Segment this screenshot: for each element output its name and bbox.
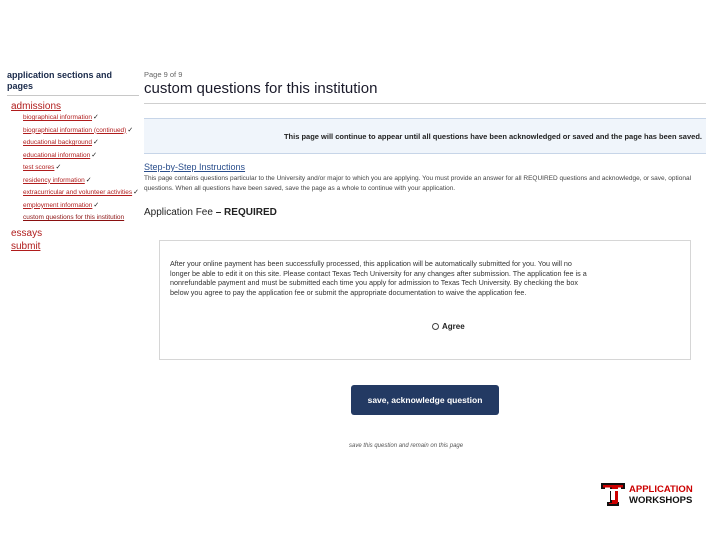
nav-item-educational-information[interactable]: educational information✓ xyxy=(23,152,139,161)
page-indicator: Page 9 of 9 xyxy=(144,70,183,79)
nav-item-label: residency information xyxy=(23,176,85,184)
nav-item-educational-background[interactable]: educational background✓ xyxy=(23,139,139,148)
sidebar-divider xyxy=(7,95,139,96)
nav-item-biographical-information[interactable]: biographical information✓ xyxy=(23,114,139,123)
nav-item-extracurricular-activities[interactable]: extracurricular and volunteer activities… xyxy=(23,189,139,198)
check-icon: ✓ xyxy=(93,114,99,121)
nav-item-test-scores[interactable]: test scores✓ xyxy=(23,164,139,173)
sidebar: application sections and pages admission… xyxy=(7,70,139,253)
nav-item-label: biographical information (continued) xyxy=(23,126,127,134)
notice-banner: This page will continue to appear until … xyxy=(144,118,706,154)
check-icon: ✓ xyxy=(93,201,100,209)
nav-item-label: educational information xyxy=(23,151,91,159)
question-text: After your online payment has been succe… xyxy=(170,259,587,297)
double-t-logo-icon xyxy=(601,483,625,506)
page-title: custom questions for this institution xyxy=(144,80,378,97)
step-by-step-instructions-link[interactable]: Step-by-Step Instructions xyxy=(144,162,706,172)
question-box: After your online payment has been succe… xyxy=(159,240,691,360)
question-title-label: Application Fee xyxy=(144,207,213,218)
check-icon: ✓ xyxy=(85,176,92,184)
instructions-text: This page contains questions particular … xyxy=(144,175,692,192)
nav-item-label: test scores xyxy=(23,164,55,171)
admissions-subnav: biographical information✓ biographical i… xyxy=(23,114,139,223)
nav-item-employment-information[interactable]: employment information✓ xyxy=(23,202,139,211)
notice-text: This page will continue to appear until … xyxy=(283,131,702,141)
nav-item-label: extracurricular and volunteer activities xyxy=(23,189,133,196)
required-label: – REQUIRED xyxy=(212,207,277,218)
check-icon: ✓ xyxy=(133,189,139,196)
agree-option[interactable]: Agree xyxy=(432,322,465,331)
question-title: Application Fee – REQUIRED xyxy=(144,207,706,218)
nav-item-residency-information[interactable]: residency information✓ xyxy=(23,177,139,186)
title-divider xyxy=(144,103,706,104)
nav-item-label: biographical information xyxy=(23,114,93,121)
check-icon: ✓ xyxy=(55,164,62,171)
application-workshops-logo: APPLICATION WORKSHOPS xyxy=(600,481,693,508)
nav-item-custom-questions[interactable]: custom questions for this institution xyxy=(23,214,139,223)
agree-label: Agree xyxy=(442,322,465,331)
save-and-remain-link[interactable]: save this question and remain on this pa… xyxy=(349,443,463,449)
sidebar-title: application sections and pages xyxy=(7,70,113,91)
nav-section-admissions[interactable]: admissions xyxy=(11,100,139,113)
logo-line-application: APPLICATION xyxy=(629,483,693,495)
logo-line-workshops: WORKSHOPS xyxy=(629,494,693,506)
check-icon: ✓ xyxy=(127,126,134,134)
logo-text: APPLICATION WORKSHOPS xyxy=(629,484,693,506)
save-acknowledge-button[interactable]: save, acknowledge question xyxy=(351,385,499,415)
nav-item-label: custom questions for this institution xyxy=(23,214,125,221)
check-icon: ✓ xyxy=(91,151,98,159)
agree-radio[interactable] xyxy=(432,323,439,330)
main-content: Page 9 of 9 custom questions for this in… xyxy=(144,70,706,449)
nav-item-label: employment information xyxy=(23,201,93,209)
nav-item-biographical-information-continued[interactable]: biographical information (continued)✓ xyxy=(23,127,139,136)
nav-section-essays[interactable]: essays xyxy=(11,227,139,240)
check-icon: ✓ xyxy=(93,139,99,146)
nav-item-label: educational background xyxy=(23,139,93,146)
nav-section-submit[interactable]: submit xyxy=(11,240,139,253)
